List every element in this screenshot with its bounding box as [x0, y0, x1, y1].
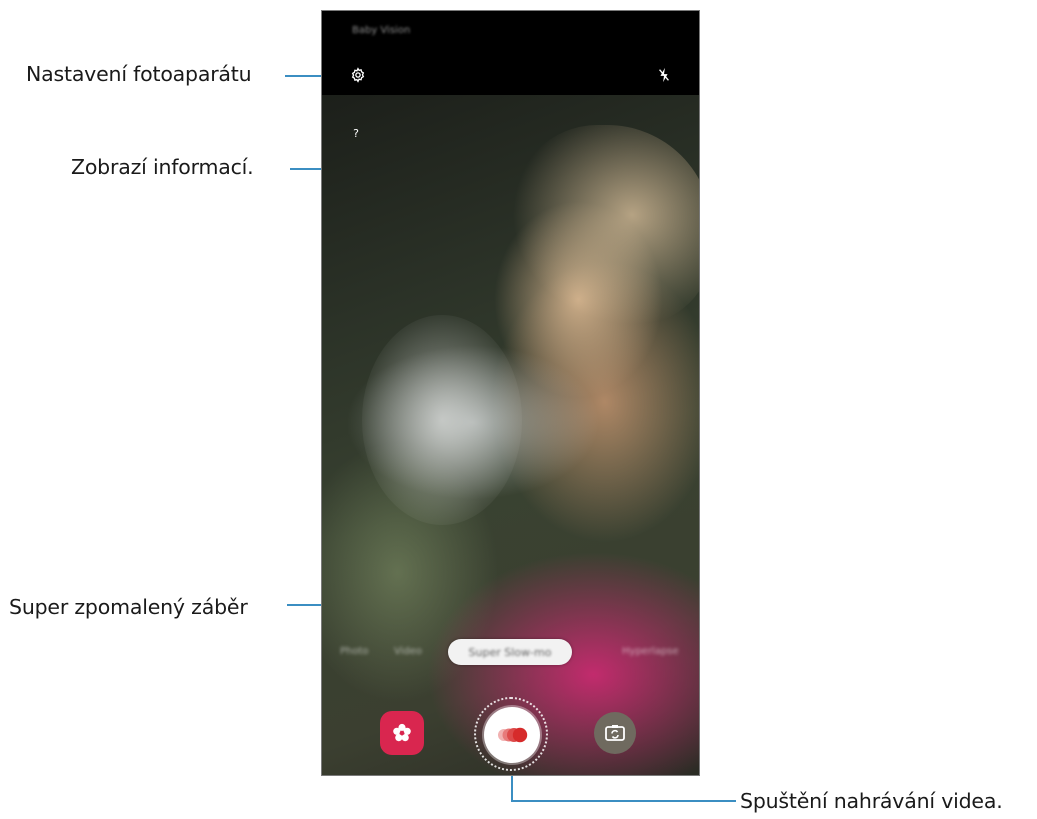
status-bar: Baby Vision: [322, 11, 699, 55]
help-glyph: ?: [353, 126, 359, 140]
mode-item-3[interactable]: Hyperlapse: [622, 646, 679, 657]
gear-icon[interactable]: [348, 65, 368, 85]
flower-icon: [393, 723, 411, 742]
filters-button[interactable]: [380, 711, 424, 755]
slow-motion-record-icon: [498, 727, 528, 743]
flash-off-icon[interactable]: [654, 65, 674, 85]
mode-item-1[interactable]: Photo: [340, 646, 369, 657]
callout-record-label: Spuštění nahrávání videa.: [740, 789, 1003, 813]
phone-screen: Baby Vision ? Photo Video Hyperlapse Sup…: [321, 10, 700, 776]
callout-record-line-h: [511, 800, 736, 802]
callout-settings-label: Nastavení fotoaparátu: [26, 62, 252, 86]
camera-viewfinder[interactable]: ?: [322, 95, 699, 775]
record-button[interactable]: [484, 707, 540, 763]
mode-selected-pill[interactable]: Super Slow-mo: [448, 639, 572, 665]
mode-item-2[interactable]: Video: [394, 646, 422, 657]
status-text: Baby Vision: [352, 25, 411, 36]
switch-camera-button[interactable]: [594, 712, 636, 754]
subject-hair: [512, 125, 699, 325]
camera-top-bar: [322, 55, 699, 95]
help-icon[interactable]: ?: [348, 125, 364, 141]
callout-mode-label: Super zpomalený záběr: [9, 595, 248, 619]
callout-info-label: Zobrazí informací.: [71, 155, 254, 179]
mode-selected-label: Super Slow-mo: [468, 645, 552, 659]
water-splash: [362, 315, 522, 525]
switch-camera-icon: [605, 725, 625, 741]
